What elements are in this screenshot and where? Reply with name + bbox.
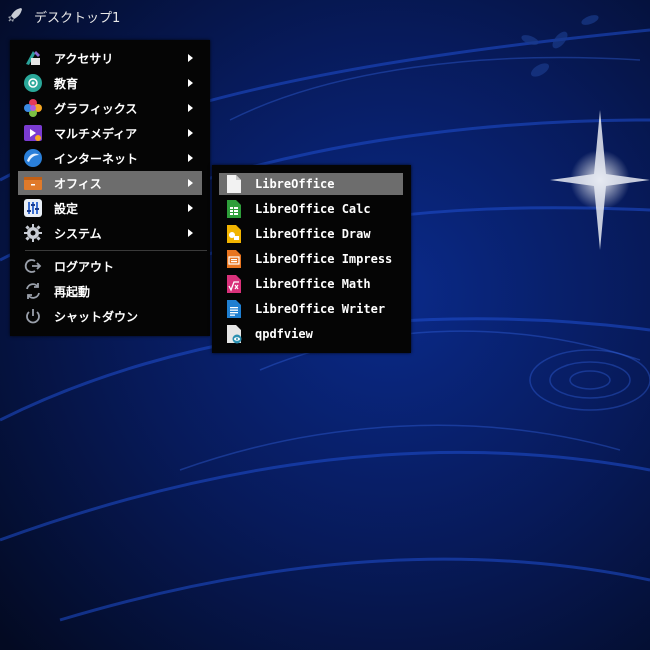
libreoffice-icon: [227, 175, 241, 193]
submenu-item-label: LibreOffice Calc: [255, 202, 371, 216]
menu-item-accessories[interactable]: アクセサリ: [18, 46, 202, 70]
menu-divider: [25, 250, 207, 251]
menu-item-restart[interactable]: 再起動: [18, 279, 202, 303]
menu-item-label: インターネット: [54, 152, 139, 166]
menu-item-label: 教育: [54, 77, 79, 91]
multimedia-icon: [24, 125, 42, 141]
menu-item-label: マルチメディア: [54, 127, 138, 141]
submenu-arrow-icon: [188, 129, 193, 137]
menu-item-label: 設定: [54, 202, 79, 216]
submenu-item-math[interactable]: LibreOffice Math: [219, 273, 403, 295]
submenu-arrow-icon: [188, 54, 193, 62]
pdf-viewer-icon: [227, 325, 242, 344]
writer-icon: [227, 300, 241, 318]
calc-icon: [227, 200, 241, 218]
menu-item-label: グラフィックス: [54, 102, 138, 116]
rocket-icon[interactable]: [6, 6, 24, 24]
submenu-item-writer[interactable]: LibreOffice Writer: [219, 298, 403, 320]
menu-item-label: オフィス: [54, 177, 102, 191]
menu-item-internet[interactable]: インターネット: [18, 146, 202, 170]
submenu-item-label: LibreOffice Impress: [255, 252, 393, 266]
menu-item-logout[interactable]: ログアウト: [18, 254, 202, 278]
draw-icon: [227, 225, 241, 243]
office-icon: [24, 177, 42, 190]
submenu-item-qpdfview[interactable]: qpdfview: [219, 323, 403, 345]
menu-item-settings[interactable]: 設定: [18, 196, 202, 220]
menu-item-multimedia[interactable]: マルチメディア: [18, 121, 202, 145]
submenu-arrow-icon: [188, 154, 193, 162]
menu-item-label: 再起動: [54, 285, 91, 299]
office-submenu: LibreOffice LibreOffice Calc LibreOffice…: [212, 165, 411, 353]
submenu-item-calc[interactable]: LibreOffice Calc: [219, 198, 403, 220]
menu-item-label: シャットダウン: [54, 310, 139, 324]
submenu-item-impress[interactable]: LibreOffice Impress: [219, 248, 403, 270]
power-icon: [26, 309, 40, 324]
menu-item-label: システム: [54, 227, 102, 241]
menu-item-system[interactable]: システム: [18, 221, 202, 245]
submenu-item-draw[interactable]: LibreOffice Draw: [219, 223, 403, 245]
submenu-item-label: qpdfview: [255, 327, 313, 341]
submenu-item-label: LibreOffice Draw: [255, 227, 371, 241]
top-panel: デスクトップ1: [0, 0, 650, 30]
menu-item-label: アクセサリ: [54, 52, 114, 66]
submenu-item-label: LibreOffice: [255, 177, 335, 191]
settings-icon: [24, 199, 42, 217]
restart-icon: [26, 283, 40, 299]
submenu-arrow-icon: [188, 179, 193, 187]
submenu-item-libreoffice[interactable]: LibreOffice: [219, 173, 403, 195]
submenu-arrow-icon: [188, 104, 193, 112]
internet-icon: [24, 149, 42, 167]
system-icon: [24, 224, 42, 242]
application-menu: アクセサリ 教育 グラフィックス マルチメディア インターネット オフィス 設定…: [10, 40, 210, 336]
accessories-icon: [26, 51, 40, 65]
math-icon: [227, 275, 241, 293]
education-icon: [24, 74, 42, 92]
menu-item-education[interactable]: 教育: [18, 71, 202, 95]
submenu-item-label: LibreOffice Math: [255, 277, 371, 291]
submenu-arrow-icon: [188, 229, 193, 237]
impress-icon: [227, 250, 241, 268]
menu-item-graphics[interactable]: グラフィックス: [18, 96, 202, 120]
logout-icon: [24, 259, 42, 273]
submenu-arrow-icon: [188, 79, 193, 87]
desktop-title[interactable]: デスクトップ1: [34, 7, 120, 26]
menu-item-shutdown[interactable]: シャットダウン: [18, 304, 202, 328]
menu-item-label: ログアウト: [54, 260, 115, 274]
menu-item-office[interactable]: オフィス: [18, 171, 202, 195]
submenu-item-label: LibreOffice Writer: [255, 302, 386, 316]
graphics-icon: [24, 99, 42, 117]
submenu-arrow-icon: [188, 204, 193, 212]
